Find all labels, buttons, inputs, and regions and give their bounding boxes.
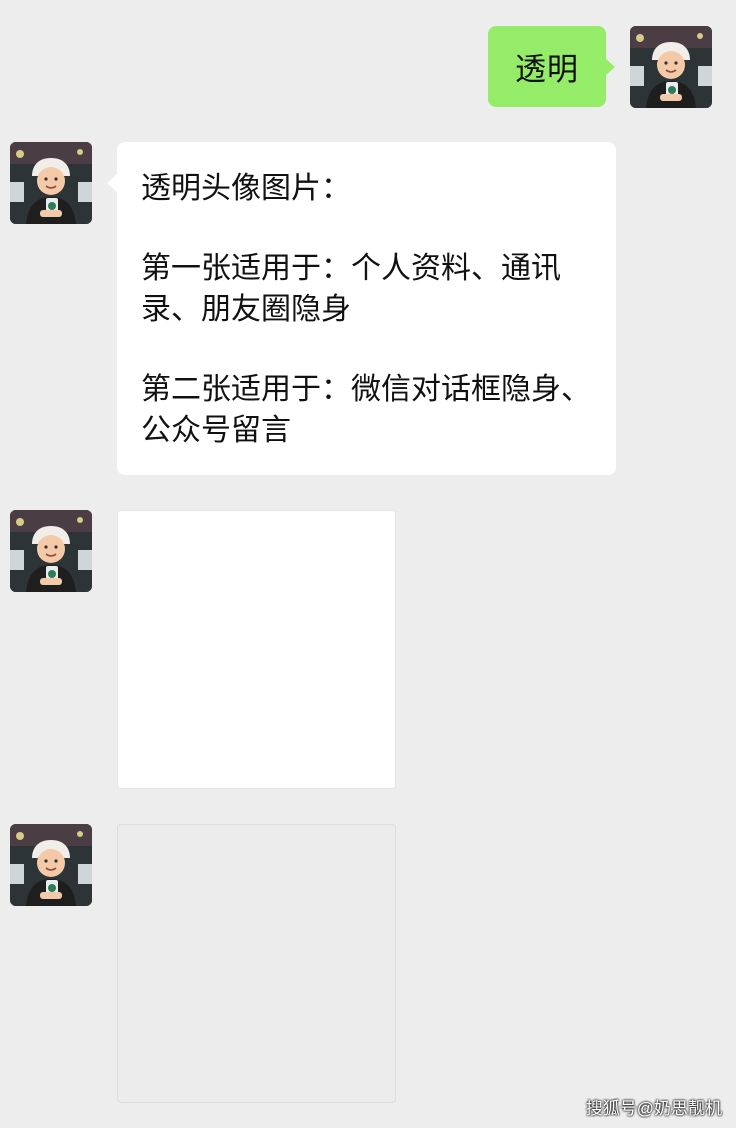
image-message-transparent[interactable]: [117, 824, 396, 1103]
sent-message-text: 透明: [515, 52, 579, 88]
avatar-photo-icon: [10, 824, 92, 906]
my-avatar[interactable]: [630, 26, 712, 108]
watermark: 搜狐号@奶思靓机: [585, 1099, 722, 1118]
message-paragraph: 透明头像图片：: [141, 171, 351, 206]
image-message-white[interactable]: [117, 510, 396, 789]
avatar-photo-icon: [10, 142, 92, 224]
message-paragraph: 第一张适用于：个人资料、通讯录、朋友圈隐身: [141, 251, 561, 327]
received-message-bubble[interactable]: 透明头像图片： 第一张适用于：个人资料、通讯录、朋友圈隐身 第二张适用于：微信对…: [107, 142, 616, 475]
sent-message-bubble[interactable]: 透明: [488, 26, 615, 107]
avatar-photo-icon: [630, 26, 712, 108]
contact-avatar[interactable]: [10, 510, 92, 592]
contact-avatar[interactable]: [10, 824, 92, 906]
avatar-photo-icon: [10, 510, 92, 592]
message-paragraph: 第二张适用于：微信对话框隐身、公众号留言: [141, 372, 591, 448]
contact-avatar[interactable]: [10, 142, 92, 224]
